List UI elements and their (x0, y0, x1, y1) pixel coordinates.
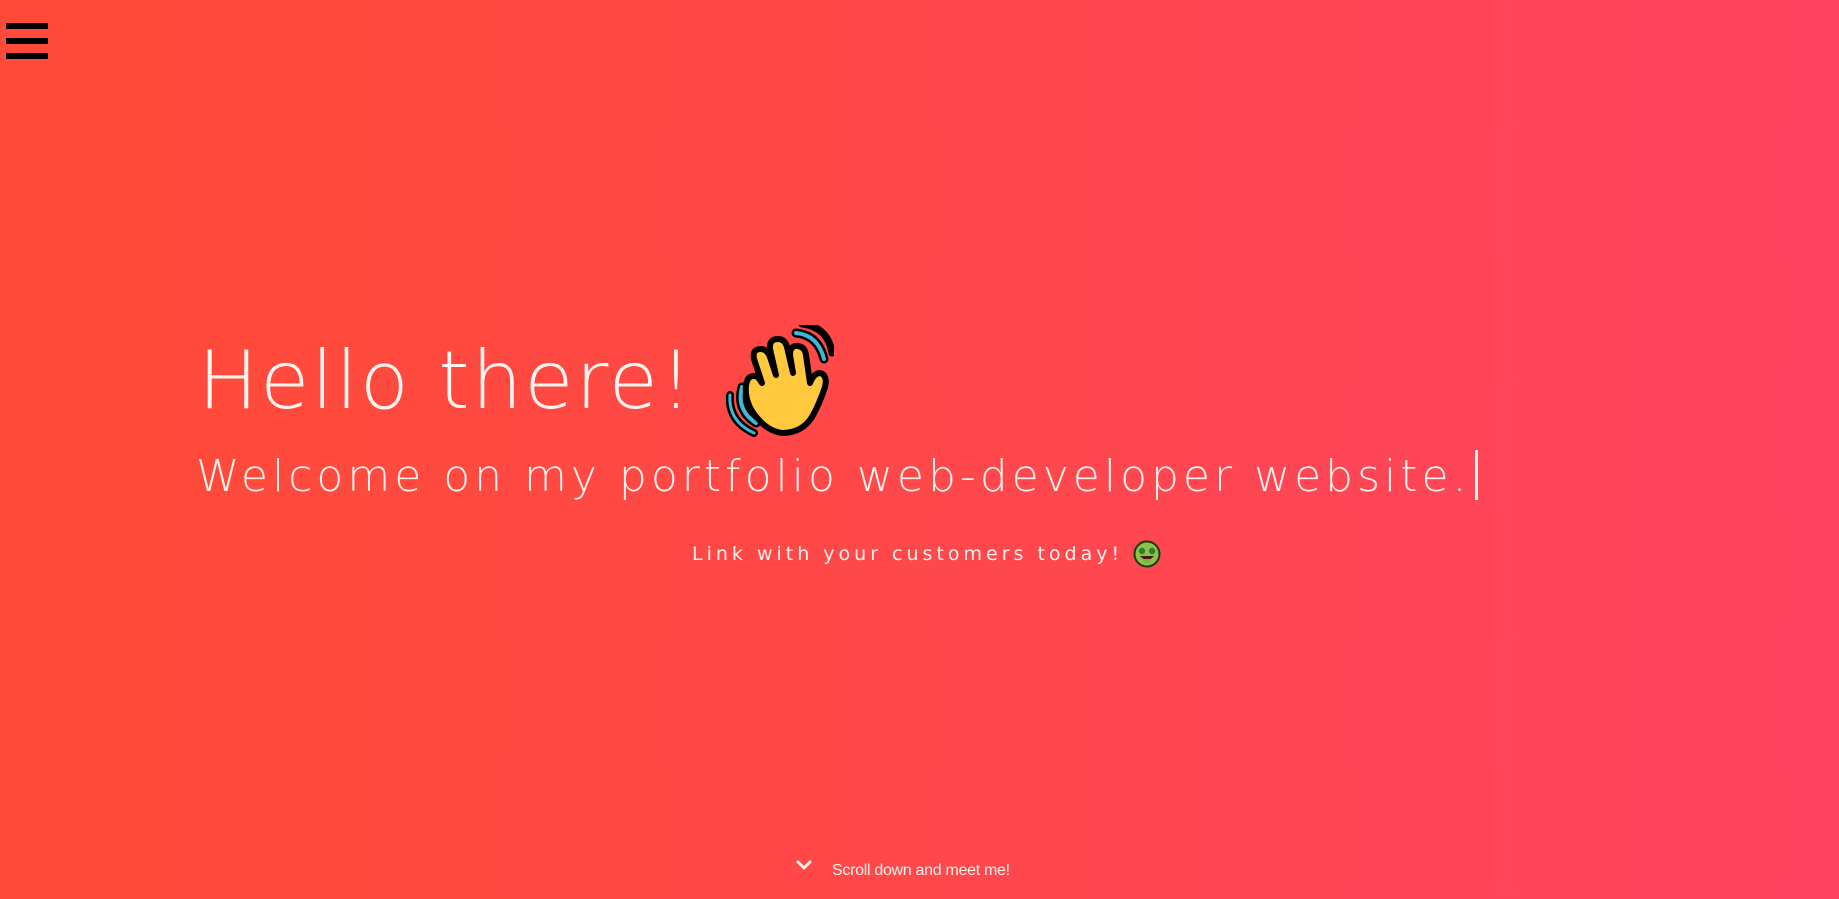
menu-bar-bottom (6, 53, 48, 59)
menu-bar-middle (6, 38, 48, 44)
tagline: Link with your customers today! (692, 540, 1161, 568)
headline-text: Hello there! (198, 334, 694, 427)
waving-hand-icon (724, 320, 836, 437)
hamburger-menu-icon[interactable] (6, 23, 48, 60)
typing-cursor (1474, 450, 1478, 500)
hero-headline: Hello there! (198, 320, 836, 437)
menu-bar-top (6, 23, 48, 29)
scroll-down-label: Scroll down and meet me! (832, 862, 1010, 879)
welcome-text: Welcome on my portfolio web-developer we… (196, 451, 1471, 502)
scroll-down-link[interactable]: Scroll down and meet me! (794, 860, 1010, 880)
welcome-line: Welcome on my portfolio web-developer we… (196, 450, 1478, 500)
tagline-text: Link with your customers today! (692, 542, 1124, 565)
money-mouth-face-icon (1133, 540, 1161, 568)
chevron-down-icon (794, 857, 814, 873)
